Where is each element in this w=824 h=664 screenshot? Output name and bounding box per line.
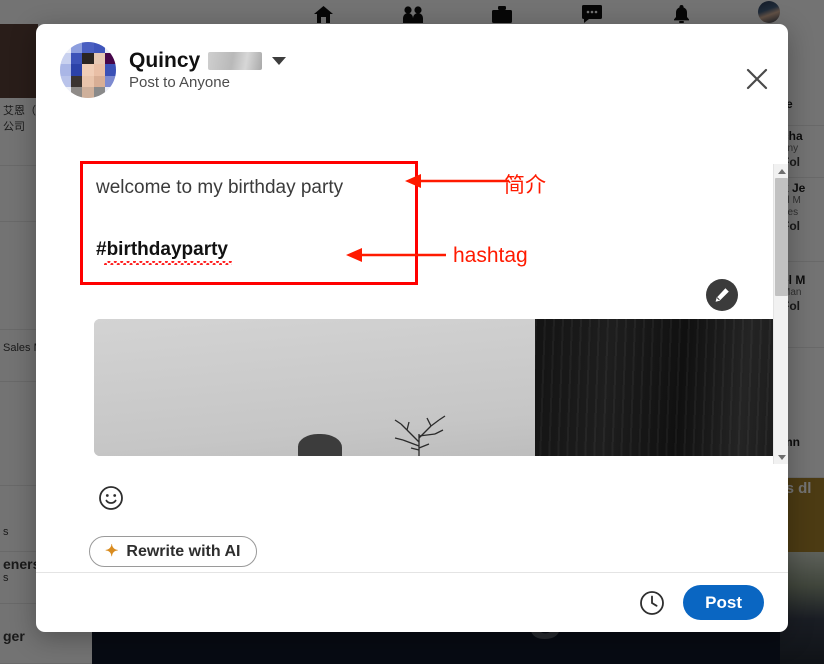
author-name-redaction — [208, 51, 263, 70]
scroll-up-arrow[interactable] — [774, 164, 788, 178]
scrollbar-thumb[interactable] — [775, 178, 788, 296]
rewrite-with-ai-label: Rewrite with AI — [126, 542, 241, 560]
annotation-label-intro: 简介 — [504, 174, 546, 197]
attached-post-image[interactable] — [94, 319, 788, 456]
post-button[interactable]: Post — [683, 585, 764, 620]
post-text-line1[interactable]: welcome to my birthday party — [96, 175, 396, 201]
rewrite-with-ai-button[interactable]: ✦ Rewrite with AI — [89, 536, 257, 567]
pencil-edit-icon[interactable] — [706, 279, 738, 311]
annotation-arrow-intro — [405, 174, 509, 188]
post-text-hashtag[interactable]: #birthdayparty — [96, 237, 228, 263]
scroll-down-arrow[interactable] — [774, 450, 788, 464]
author-name: Quincy — [129, 48, 201, 72]
post-author-header: Quincy Post to Anyone — [60, 42, 287, 98]
chevron-down-icon[interactable] — [272, 56, 287, 65]
annotation-label-hashtag: hashtag — [453, 244, 528, 267]
create-post-modal: Quincy Post to Anyone welcome to my birt… — [36, 24, 788, 632]
annotation-arrow-hashtag — [346, 248, 446, 262]
sparkle-star-icon: ✦ — [105, 542, 119, 560]
clock-icon[interactable] — [639, 590, 665, 616]
hashtag-text: #birthdayparty — [96, 239, 228, 260]
post-visibility-label[interactable]: Post to Anyone — [129, 74, 286, 92]
modal-footer: Post — [36, 572, 788, 632]
avatar[interactable] — [60, 42, 116, 98]
emoji-smiley-icon[interactable] — [98, 485, 124, 511]
screen: 艾恩（ 公司 Sales M s eners s ger fe cha any … — [0, 0, 824, 664]
close-icon[interactable] — [740, 62, 774, 96]
modal-scrollbar[interactable] — [773, 164, 788, 464]
